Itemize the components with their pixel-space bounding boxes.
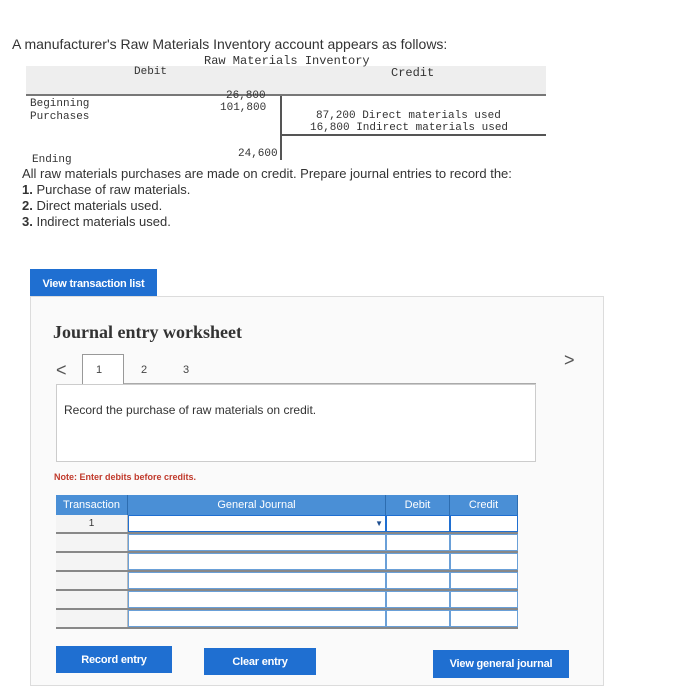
- account-input[interactable]: [128, 591, 386, 608]
- transaction-cell: [56, 572, 128, 589]
- ending-label: Ending: [32, 154, 72, 166]
- col-debit: Debit: [386, 495, 450, 515]
- record-entry-button[interactable]: Record entry: [56, 646, 172, 673]
- credit-input[interactable]: [450, 553, 518, 570]
- item-text: Indirect materials used.: [36, 214, 171, 229]
- item-number: 3.: [22, 214, 33, 229]
- t-account-header: [26, 66, 546, 96]
- credit-line-indirect: 16,800 Indirect materials used: [310, 122, 509, 134]
- account-input[interactable]: [128, 610, 386, 627]
- prompt-text: Record the purchase of raw materials on …: [64, 403, 317, 417]
- instruction-item-3: 3. Indirect materials used.: [22, 214, 512, 230]
- tab-2[interactable]: 2: [141, 364, 147, 376]
- prompt-box: [56, 384, 536, 462]
- beginning-amount: 26,800: [226, 90, 266, 102]
- credit-input[interactable]: [450, 610, 518, 627]
- credit-header: Credit: [391, 66, 435, 80]
- item-number: 1.: [22, 182, 33, 197]
- table-row: [56, 534, 518, 553]
- instruction-item-1: 1. Purchase of raw materials.: [22, 182, 512, 198]
- col-credit: Credit: [450, 495, 518, 515]
- view-transaction-list-button[interactable]: View transaction list: [30, 269, 157, 298]
- table-row: [56, 572, 518, 591]
- debit-header: Debit: [134, 66, 168, 78]
- purchases-amount: 101,800: [220, 102, 267, 114]
- t-account-title: Raw Materials Inventory: [204, 54, 370, 68]
- table-row: [56, 553, 518, 572]
- debit-input[interactable]: [386, 553, 450, 570]
- instruction-item-2: 2. Direct materials used.: [22, 198, 512, 214]
- problem-intro: A manufacturer's Raw Materials Inventory…: [12, 36, 448, 52]
- transaction-cell: [56, 534, 128, 551]
- debit-input[interactable]: [386, 572, 450, 589]
- tab-1[interactable]: 1: [96, 364, 102, 376]
- transaction-cell: [56, 591, 128, 608]
- transaction-cell: [56, 610, 128, 627]
- journal-grid: Transaction General Journal Debit Credit…: [56, 495, 518, 629]
- table-row: [56, 591, 518, 610]
- clear-entry-button[interactable]: Clear entry: [204, 648, 316, 675]
- credit-input[interactable]: [450, 572, 518, 589]
- t-account-divider: [280, 96, 282, 160]
- view-general-journal-button[interactable]: View general journal: [433, 650, 569, 678]
- item-text: Purchase of raw materials.: [36, 182, 191, 197]
- beginning-label: Beginning: [30, 98, 90, 110]
- transaction-cell: [56, 553, 128, 570]
- debit-input[interactable]: [386, 591, 450, 608]
- credit-line-direct: 87,200 Direct materials used: [316, 110, 501, 122]
- credit-input[interactable]: [450, 591, 518, 608]
- item-number: 2.: [22, 198, 33, 213]
- journal-grid-header: Transaction General Journal Debit Credit: [56, 495, 518, 515]
- instruction-text: All raw materials purchases are made on …: [22, 166, 512, 181]
- table-row: [56, 610, 518, 629]
- chevron-right-icon[interactable]: >: [564, 350, 575, 371]
- transaction-cell: 1: [56, 515, 128, 532]
- dropdown-caret-icon[interactable]: ▼: [375, 519, 383, 528]
- tab-3[interactable]: 3: [183, 364, 189, 376]
- purchases-label: Purchases: [30, 111, 90, 123]
- debit-input[interactable]: [386, 610, 450, 627]
- ending-amount: 24,600: [238, 148, 278, 160]
- col-general-journal: General Journal: [128, 495, 386, 515]
- t-account-ending-line: [280, 134, 546, 136]
- instructions: All raw materials purchases are made on …: [22, 166, 512, 230]
- account-input[interactable]: [128, 553, 386, 570]
- tab-1-frame[interactable]: [82, 354, 124, 384]
- col-transaction: Transaction: [56, 495, 128, 515]
- debit-input[interactable]: [386, 515, 450, 532]
- chevron-left-icon[interactable]: <: [56, 360, 67, 381]
- account-input[interactable]: [128, 534, 386, 551]
- credit-input[interactable]: [450, 515, 518, 532]
- t-account: Raw Materials Inventory Debit Credit Beg…: [26, 54, 546, 166]
- credit-input[interactable]: [450, 534, 518, 551]
- account-select[interactable]: ▼: [128, 515, 386, 532]
- worksheet-title: Journal entry worksheet: [53, 322, 242, 342]
- debit-input[interactable]: [386, 534, 450, 551]
- item-text: Direct materials used.: [36, 198, 163, 213]
- entry-note: Note: Enter debits before credits.: [54, 472, 197, 482]
- table-row: 1 ▼: [56, 515, 518, 534]
- account-input[interactable]: [128, 572, 386, 589]
